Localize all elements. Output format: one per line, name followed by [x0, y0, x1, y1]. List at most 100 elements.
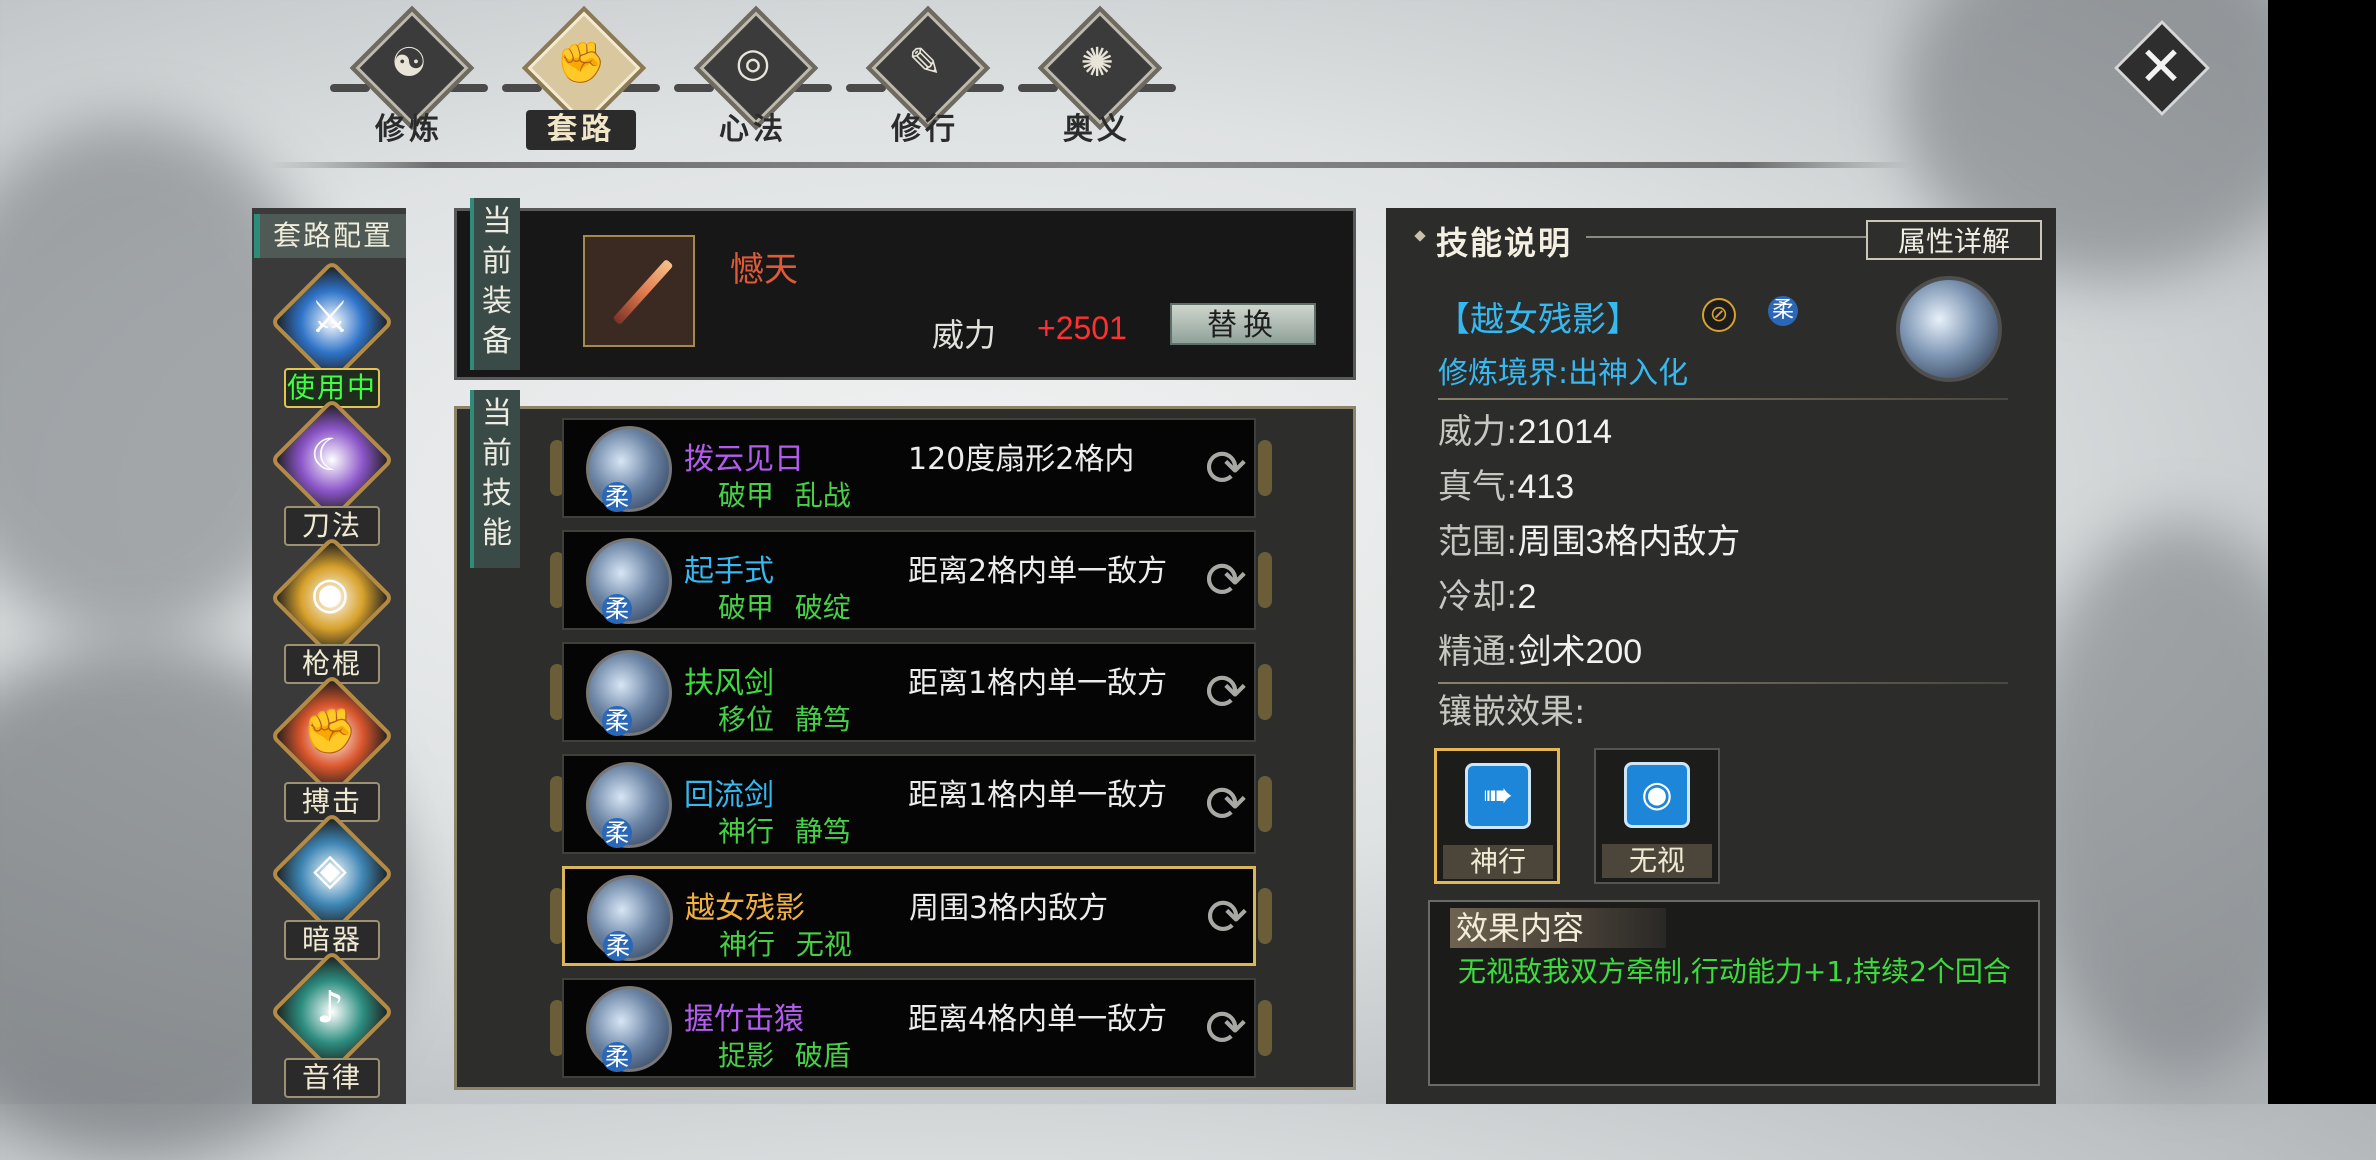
inlay-icon: ➠	[1465, 763, 1531, 829]
tab-4[interactable]: ✺ 奥义	[1012, 5, 1182, 150]
weapon-name: 憾天	[730, 250, 798, 290]
skill-row[interactable]: 柔 回流剑 神行 静笃 距离1格内单一敌方 ⟳	[562, 754, 1256, 854]
row-cap-right	[1258, 1000, 1272, 1056]
stat-label: 真气:	[1438, 467, 1518, 507]
replace-button[interactable]: 替换	[1170, 303, 1316, 345]
category-3[interactable]: ✊ 搏击	[262, 673, 398, 822]
tab-label: 套路	[526, 110, 636, 150]
stat-value: 周围3格内敌方	[1517, 523, 1741, 561]
skill-tags: 神行 静笃	[718, 815, 851, 848]
skill-name: 回流剑	[684, 778, 774, 813]
sword-icon	[612, 258, 674, 326]
detail-title: 技能说明	[1436, 224, 1573, 262]
swap-icon[interactable]: ⟳	[1200, 774, 1252, 834]
stat-label: 精通:	[1438, 632, 1518, 672]
category-0[interactable]: ⚔ 使用中	[262, 259, 398, 408]
tab-emblem-icon: ✎	[908, 40, 942, 86]
category-label: 音律	[284, 1058, 380, 1098]
soft-badge: 柔	[602, 594, 632, 624]
skill-name: 起手式	[684, 554, 774, 589]
soft-badge: 柔	[602, 1042, 632, 1072]
stat-row: 范围:周围3格内敌方	[1438, 514, 1740, 563]
selected-skill-icon	[1896, 276, 2002, 382]
skill-row[interactable]: 柔 越女残影 神行 无视 周围3格内敌方 ⟳	[562, 866, 1256, 966]
row-cap-right	[1258, 552, 1272, 608]
tab-wing-left	[1018, 84, 1058, 92]
equipment-tab-label: 当前装备	[470, 198, 520, 370]
swap-icon[interactable]: ⟳	[1200, 438, 1252, 498]
effect-title: 效果内容	[1450, 908, 1666, 948]
soft-badge: 柔	[603, 931, 633, 961]
category-icon: ◈	[313, 844, 347, 895]
soft-badge: 柔	[602, 482, 632, 512]
tab-3[interactable]: ✎ 修行	[840, 5, 1010, 150]
tab-2[interactable]: ◎ 心法	[668, 5, 838, 150]
stat-value: 2	[1517, 578, 1537, 616]
tab-1[interactable]: ✊ 套路	[496, 5, 666, 150]
skill-name: 越女残影	[685, 891, 805, 926]
category-icon: ☾	[310, 430, 350, 481]
tab-wing-left	[846, 84, 886, 92]
skill-tags: 破甲 乱战	[718, 479, 851, 512]
stat-label: 冷却:	[1438, 577, 1518, 617]
stat-value: 21014	[1517, 413, 1613, 451]
category-1[interactable]: ☾ 刀法	[262, 397, 398, 546]
skill-tags: 神行 无视	[719, 928, 852, 961]
category-icon: ✊	[302, 706, 358, 757]
stat-row: 冷却:2	[1438, 569, 1536, 618]
category-4[interactable]: ◈ 暗器	[262, 811, 398, 960]
skill-range: 距离2格内单一敌方	[908, 554, 1168, 589]
stat-label: 范围:	[1438, 522, 1518, 562]
category-5[interactable]: ♪ 音律	[262, 949, 398, 1098]
attribute-detail-button[interactable]: 属性详解	[1866, 220, 2042, 260]
skill-row[interactable]: 柔 起手式 破甲 破绽 距离2格内单一敌方 ⟳	[562, 530, 1256, 630]
tab-label: 奥义	[1063, 112, 1131, 147]
compass-icon: ⊘	[1702, 298, 1736, 332]
nav-divider	[270, 162, 1910, 168]
tab-label: 修行	[891, 112, 959, 147]
skill-tags: 移位 静笃	[718, 703, 851, 736]
skill-range: 距离4格内单一敌方	[908, 1002, 1168, 1037]
category-panel-title: 套路配置	[254, 214, 406, 258]
stat-row: 精通:剑术200	[1438, 624, 1642, 673]
inlay-label: 无视	[1602, 844, 1712, 878]
close-button[interactable]: ✕	[2113, 19, 2211, 117]
weapon-power-value: +2501	[1037, 310, 1127, 346]
selected-skill-name: 【越女残影】	[1436, 300, 1640, 340]
skill-range: 周围3格内敌方	[909, 891, 1109, 926]
row-cap-right	[1258, 776, 1272, 832]
swap-icon[interactable]: ⟳	[1201, 887, 1253, 947]
skill-tags: 捉影 破盾	[718, 1039, 851, 1072]
swap-icon[interactable]: ⟳	[1200, 662, 1252, 722]
skill-realm: 修炼境界:出神入化	[1438, 356, 1689, 391]
soft-badge: 柔	[602, 818, 632, 848]
swap-icon[interactable]: ⟳	[1200, 998, 1252, 1058]
skill-name: 握竹击猿	[684, 1002, 804, 1037]
close-icon: ✕	[2138, 35, 2184, 98]
skill-tags: 破甲 破绽	[718, 591, 851, 624]
inlay-slot[interactable]: ➠ 神行	[1434, 748, 1560, 884]
skill-row[interactable]: 柔 握竹击猿 捉影 破盾 距离4格内单一敌方 ⟳	[562, 978, 1256, 1078]
stat-value: 剑术200	[1517, 633, 1643, 671]
weapon-slot[interactable]	[583, 235, 695, 347]
tab-wing-left	[502, 84, 542, 92]
inlay-label: 神行	[1443, 845, 1553, 879]
category-2[interactable]: ◉ 枪棍	[262, 535, 398, 684]
inlay-icon: ◉	[1624, 762, 1690, 828]
weapon-power-label: 威力	[932, 316, 997, 354]
separator	[1438, 398, 2008, 400]
skill-row[interactable]: 柔 拨云见日 破甲 乱战 120度扇形2格内 ⟳	[562, 418, 1256, 518]
tab-emblem-icon: ◎	[735, 40, 771, 86]
tab-label: 心法	[719, 112, 787, 147]
inlay-slot[interactable]: ◉ 无视	[1594, 748, 1720, 884]
stat-label: 威力:	[1438, 412, 1518, 452]
title-line	[1586, 236, 1870, 238]
soft-badge: 柔	[1768, 296, 1798, 326]
stat-row: 威力:21014	[1438, 404, 1612, 453]
tab-emblem-icon: ☯	[391, 40, 427, 86]
category-icon: ⚔	[310, 292, 350, 343]
tab-wing-left	[674, 84, 714, 92]
swap-icon[interactable]: ⟳	[1200, 550, 1252, 610]
tab-0[interactable]: ☯ 修炼	[324, 5, 494, 150]
skill-row[interactable]: 柔 扶风剑 移位 静笃 距离1格内单一敌方 ⟳	[562, 642, 1256, 742]
